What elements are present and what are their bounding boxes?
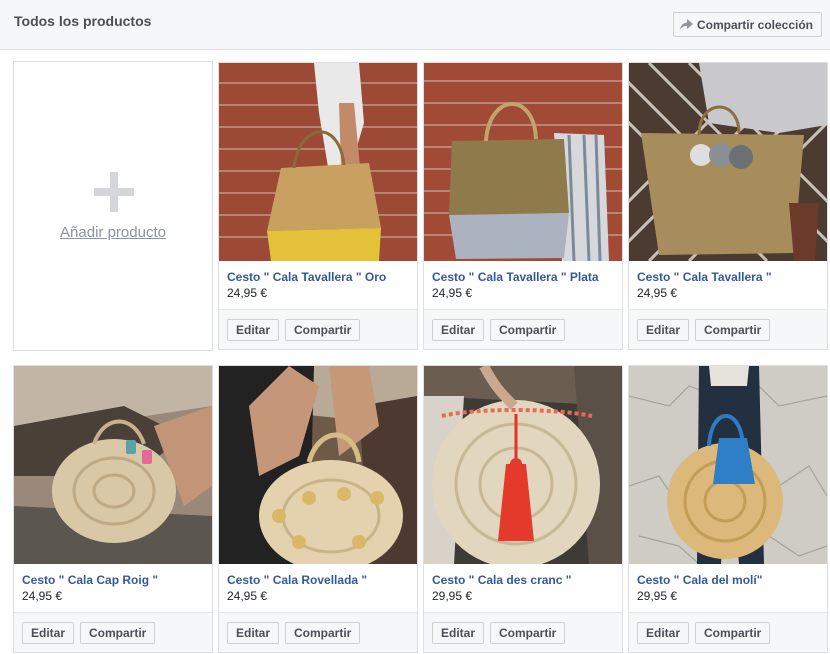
product-photo-round-bag-cap-roig <box>14 366 212 564</box>
share-arrow-icon <box>679 19 693 30</box>
product-name[interactable]: Cesto " Cala Rovellada " <box>227 573 413 587</box>
product-image[interactable] <box>629 366 827 564</box>
product-actions: Editar Compartir <box>629 612 827 652</box>
product-price: 29,95 € <box>432 589 473 603</box>
product-card[interactable]: Cesto " Cala Tavallera " 24,95 € Editar … <box>628 62 828 350</box>
product-actions: Editar Compartir <box>219 309 417 349</box>
share-button[interactable]: Compartir <box>490 622 566 644</box>
product-photo-tote-pompoms <box>629 63 827 261</box>
product-card[interactable]: Cesto " Cala des cranc " 29,95 € Editar … <box>423 365 623 653</box>
product-image[interactable] <box>14 366 212 564</box>
product-image[interactable] <box>424 366 622 564</box>
edit-button[interactable]: Editar <box>637 622 690 644</box>
plus-icon <box>94 172 134 212</box>
edit-button[interactable]: Editar <box>432 319 485 341</box>
product-price: 29,95 € <box>637 589 678 603</box>
product-photo-round-bag-des-cranc <box>424 366 622 564</box>
product-actions: Editar Compartir <box>424 309 622 349</box>
product-price: 24,95 € <box>227 589 268 603</box>
page-header: Todos los productos Compartir colección <box>0 0 830 50</box>
product-price: 24,95 € <box>22 589 63 603</box>
share-collection-label: Compartir colección <box>696 17 813 32</box>
product-name[interactable]: Cesto " Cala des cranc " <box>432 573 618 587</box>
product-actions: Editar Compartir <box>424 612 622 652</box>
product-card[interactable]: Cesto " Cala Rovellada " 24,95 € Editar … <box>218 365 418 653</box>
edit-button[interactable]: Editar <box>227 622 280 644</box>
product-image[interactable] <box>424 63 622 261</box>
edit-button[interactable]: Editar <box>227 319 280 341</box>
share-button[interactable]: Compartir <box>695 622 771 644</box>
product-photo-round-bag-del-moli <box>629 366 827 564</box>
share-button[interactable]: Compartir <box>285 622 361 644</box>
product-photo-tote-silver <box>424 63 622 261</box>
product-name[interactable]: Cesto " Cala del molí" <box>637 573 823 587</box>
add-product-link[interactable]: Añadir producto <box>14 224 212 241</box>
product-card[interactable]: Cesto " Cala del molí" 29,95 € Editar Co… <box>628 365 828 653</box>
product-photo-tote-gold <box>219 63 417 261</box>
product-actions: Editar Compartir <box>219 612 417 652</box>
product-name[interactable]: Cesto " Cala Cap Roig " <box>22 573 208 587</box>
share-button[interactable]: Compartir <box>80 622 156 644</box>
page-title: Todos los productos <box>14 13 152 29</box>
edit-button[interactable]: Editar <box>22 622 75 644</box>
product-name[interactable]: Cesto " Cala Tavallera " Oro <box>227 270 413 284</box>
product-image[interactable] <box>629 63 827 261</box>
product-photo-round-bag-rovellada <box>219 366 417 564</box>
share-button[interactable]: Compartir <box>695 319 771 341</box>
product-name[interactable]: Cesto " Cala Tavallera " Plata <box>432 270 618 284</box>
product-actions: Editar Compartir <box>629 309 827 349</box>
share-button[interactable]: Compartir <box>285 319 361 341</box>
share-button[interactable]: Compartir <box>490 319 566 341</box>
product-name[interactable]: Cesto " Cala Tavallera " <box>637 270 823 284</box>
edit-button[interactable]: Editar <box>432 622 485 644</box>
product-card[interactable]: Cesto " Cala Tavallera " Oro 24,95 € Edi… <box>218 62 418 350</box>
product-price: 24,95 € <box>432 286 473 300</box>
product-actions: Editar Compartir <box>14 612 212 652</box>
product-image[interactable] <box>219 366 417 564</box>
product-image[interactable] <box>219 63 417 261</box>
product-card[interactable]: Cesto " Cala Tavallera " Plata 24,95 € E… <box>423 62 623 350</box>
share-collection-button[interactable]: Compartir colección <box>672 12 822 37</box>
product-price: 24,95 € <box>637 286 678 300</box>
add-product-card[interactable]: Añadir producto <box>13 61 213 351</box>
product-card[interactable]: Cesto " Cala Cap Roig " 24,95 € Editar C… <box>13 365 213 653</box>
edit-button[interactable]: Editar <box>637 319 690 341</box>
product-price: 24,95 € <box>227 286 268 300</box>
